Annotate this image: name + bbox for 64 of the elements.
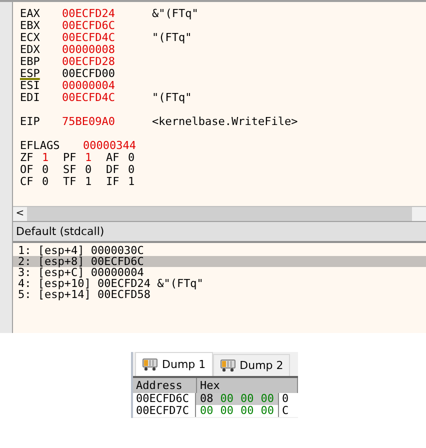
hex-byte: 00 xyxy=(200,405,214,417)
argument-row[interactable]: 4: [esp+10] 00ECFD24 &"(FTq" xyxy=(13,278,426,289)
flag-value: 1 xyxy=(85,176,93,188)
register-comment: "(FTq" xyxy=(152,32,192,44)
register-comment: <kernelbase.WriteFile> xyxy=(152,116,298,128)
hex-byte: 00 xyxy=(240,405,254,417)
register-name: EAX xyxy=(20,8,41,20)
hex-byte: 00 xyxy=(220,405,234,417)
dump-tab[interactable]: Dump 2 xyxy=(212,354,290,376)
scrollbar-thumb[interactable] xyxy=(27,207,412,221)
register-name: EIP xyxy=(20,116,41,128)
register-comment: &"(FTq" xyxy=(152,8,198,20)
flag-name: OF xyxy=(20,164,34,176)
hex-byte: 00 xyxy=(260,393,274,405)
flag-value: 0 xyxy=(42,176,50,188)
register-comment: "(FTq" xyxy=(152,92,192,104)
argument-row[interactable]: 1: [esp+4] 0000030C xyxy=(13,245,426,256)
dump-tab[interactable]: Dump 1 xyxy=(135,352,213,376)
register-value: 00ECFD00 xyxy=(62,68,116,80)
register-value: 00ECFD4C xyxy=(62,92,116,104)
register-value: 75BE09A0 xyxy=(62,116,116,128)
register-name: EFLAGS xyxy=(20,140,61,152)
register-name: ESP xyxy=(20,68,41,80)
register-name: EBP xyxy=(20,56,41,68)
hex-cell-text: 0 xyxy=(281,393,289,405)
flag-name: IF xyxy=(106,176,120,188)
flag-name: DF xyxy=(106,164,120,176)
register-value: 00000004 xyxy=(62,80,116,92)
hex-byte: 08 xyxy=(200,393,214,405)
register-value: 00ECFD4C xyxy=(62,32,116,44)
flag-name: TF xyxy=(63,176,78,188)
flag-value: 0 xyxy=(128,164,136,176)
truck-icon xyxy=(142,358,158,371)
register-name: EBX xyxy=(20,20,41,32)
flag-name: CF xyxy=(20,176,34,188)
register-name: EDX xyxy=(20,44,41,56)
flag-value: 0 xyxy=(85,164,93,176)
argument-row[interactable]: 3: [esp+C] 00000004 xyxy=(13,267,426,278)
flag-value: 0 xyxy=(128,152,136,164)
argument-row[interactable]: 5: [esp+14] 00ECFD58 xyxy=(13,289,426,300)
register-value: 00ECFD6C xyxy=(62,20,116,32)
truck-icon xyxy=(220,359,236,372)
register-value: 00000344 xyxy=(83,140,137,152)
flag-name: AF xyxy=(106,152,120,164)
register-value: 00000008 xyxy=(62,44,116,56)
argument-row[interactable]: 2: [esp+8] 00ECFD6C xyxy=(13,256,426,267)
hex-cell-text: C xyxy=(281,405,289,417)
register-name: EDI xyxy=(20,92,41,104)
register-name: ECX xyxy=(20,32,41,44)
panel-header: Default (stdcall) xyxy=(13,221,426,243)
hex-byte: 00 xyxy=(260,405,274,417)
hex-byte: 00 xyxy=(220,393,234,405)
flag-value: 0 xyxy=(42,164,50,176)
flag-name: ZF xyxy=(20,152,34,164)
flag-name: SF xyxy=(63,164,78,176)
address-cell: 00ECFD7C xyxy=(133,405,196,417)
register-value: 00ECFD24 xyxy=(62,8,116,20)
flag-value: 1 xyxy=(85,152,93,164)
register-value: 00ECFD28 xyxy=(62,56,116,68)
flag-name: PF xyxy=(63,152,78,164)
flag-value: 1 xyxy=(128,176,136,188)
flag-value: 1 xyxy=(42,152,50,164)
register-name: ESI xyxy=(20,80,41,92)
hex-byte: 00 xyxy=(240,393,254,405)
